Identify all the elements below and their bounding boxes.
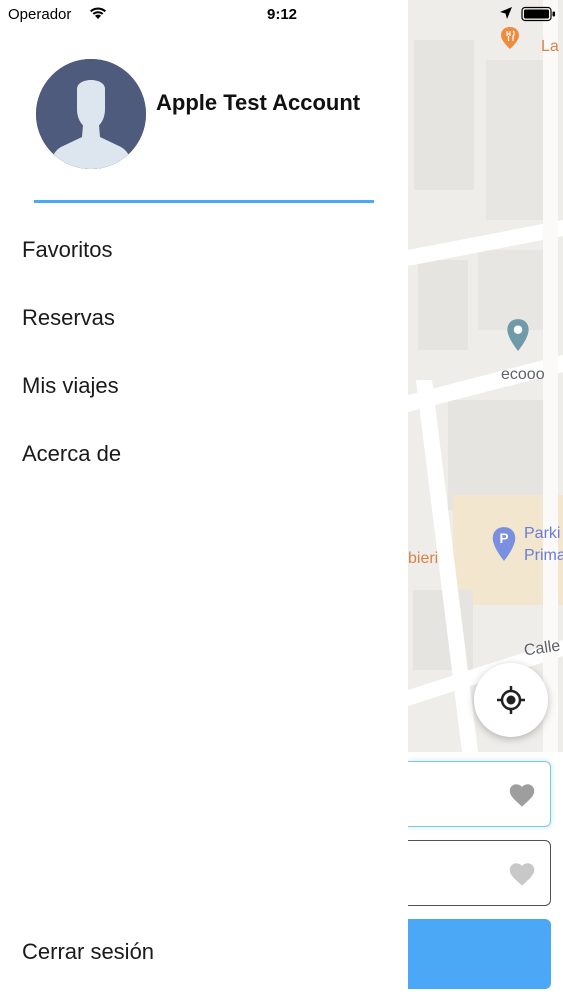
clock: 9:12 xyxy=(267,6,298,23)
map-label-parking-line1: Parki xyxy=(524,525,561,542)
search-button[interactable] xyxy=(408,919,551,989)
navigation-drawer: Apple Test Account Favoritos Reservas Mi… xyxy=(0,0,408,1000)
avatar[interactable] xyxy=(36,59,146,169)
locate-me-button[interactable] xyxy=(474,663,548,737)
map-view[interactable]: La ecooo P Parki Prima bieri Calle xyxy=(408,0,563,752)
drawer-menu: Favoritos Reservas Mis viajes Acerca de xyxy=(0,216,408,488)
heart-icon[interactable] xyxy=(508,861,536,887)
user-name: Apple Test Account xyxy=(156,90,361,115)
origin-field[interactable] xyxy=(408,761,551,827)
logout-button[interactable]: Cerrar sesión xyxy=(22,932,154,972)
carrier-name: Operador xyxy=(8,6,72,23)
menu-item-acerca-de[interactable]: Acerca de xyxy=(0,420,408,488)
menu-item-reservas[interactable]: Reservas xyxy=(0,284,408,352)
map-label-street-fragment: bieri xyxy=(408,550,439,567)
destination-field[interactable] xyxy=(408,840,551,906)
place-pin-icon[interactable] xyxy=(505,318,531,352)
map-label-place: ecooo xyxy=(501,366,545,383)
map-label-restaurant: La xyxy=(541,38,559,55)
status-bar: Operador 9:12 xyxy=(0,0,563,30)
svg-text:P: P xyxy=(499,531,508,546)
header-divider xyxy=(34,200,374,203)
menu-item-favoritos[interactable]: Favoritos xyxy=(0,216,408,284)
bottom-panel xyxy=(408,752,563,1000)
user-silhouette-icon xyxy=(36,59,146,169)
parking-pin-icon[interactable]: P xyxy=(490,526,518,562)
map-label-parking-line2: Prima xyxy=(524,547,563,564)
heart-icon[interactable] xyxy=(508,782,536,808)
menu-item-mis-viajes[interactable]: Mis viajes xyxy=(0,352,408,420)
battery-icon xyxy=(521,6,555,22)
location-arrow-icon xyxy=(500,7,512,19)
wifi-icon xyxy=(90,7,106,19)
crosshair-icon xyxy=(497,686,525,714)
